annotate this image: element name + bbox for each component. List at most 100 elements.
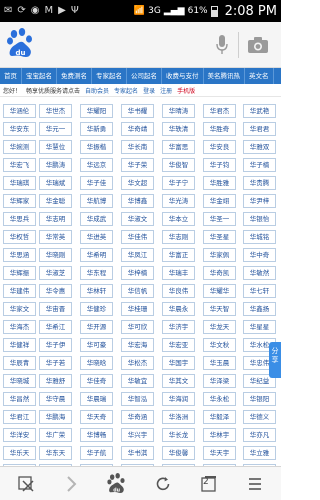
name-cell[interactable]: 华子宁 (162, 176, 195, 190)
name-cell[interactable]: 华宏海 (121, 338, 154, 352)
name-cell[interactable]: 华富正 (162, 248, 195, 262)
name-cell[interactable]: 华成武 (80, 212, 113, 226)
name-cell[interactable]: 华桂珊 (121, 302, 154, 316)
name-cell[interactable]: 华东天 (39, 446, 72, 460)
name-cell[interactable]: 华子钧 (203, 158, 236, 172)
name-cell[interactable]: 华世杰 (39, 104, 72, 118)
nav-item-payment[interactable]: 收费与支付 (162, 68, 204, 84)
name-cell[interactable]: 华广荣 (39, 428, 72, 442)
menu-button[interactable] (243, 472, 267, 496)
name-cell[interactable]: 华金聪 (39, 194, 72, 208)
name-cell[interactable]: 华文秋 (203, 338, 236, 352)
name-cell[interactable]: 华辉家 (3, 194, 36, 208)
expert-naming-link[interactable]: 专家起名 (114, 86, 138, 95)
name-cell[interactable]: 华瑞斌 (39, 176, 72, 190)
name-cell[interactable]: 华志刚 (162, 230, 195, 244)
name-cell[interactable]: 华文超 (121, 176, 154, 190)
name-cell[interactable]: 华志明 (39, 212, 72, 226)
name-cell[interactable]: 华武艳 (243, 104, 276, 118)
close-tab-button[interactable] (14, 472, 38, 496)
name-cell[interactable]: 华天智 (203, 302, 236, 316)
name-cell[interactable]: 华敏宜 (121, 374, 154, 388)
name-cell[interactable]: 华开源 (80, 320, 113, 334)
name-cell[interactable]: 华银阳 (243, 392, 276, 406)
name-cell[interactable]: 华晴涛 (162, 104, 195, 118)
name-cell[interactable]: 华振楷 (80, 140, 113, 154)
name-cell[interactable]: 华涵伦 (3, 104, 36, 118)
name-cell[interactable]: 华乐天 (3, 446, 36, 460)
name-cell[interactable]: 华龙天 (203, 320, 236, 334)
name-cell[interactable]: 华雅双 (243, 140, 276, 154)
name-cell[interactable]: 华晓刚 (39, 248, 72, 262)
name-cell[interactable]: 华子荣 (121, 158, 154, 172)
name-cell[interactable]: 华可欣 (121, 320, 154, 334)
name-cell[interactable]: 华鑫扬 (243, 302, 276, 316)
name-cell[interactable]: 华泽梁 (203, 374, 236, 388)
name-cell[interactable]: 华信帆 (121, 284, 154, 298)
forward-button[interactable] (59, 472, 83, 496)
name-cell[interactable]: 华进英 (80, 230, 113, 244)
name-cell[interactable]: 华立雅 (243, 446, 276, 460)
name-cell[interactable]: 华君杰 (203, 104, 236, 118)
refresh-button[interactable] (151, 472, 175, 496)
name-cell[interactable]: 华轶清 (162, 122, 195, 136)
name-cell[interactable]: 华梓楠 (121, 266, 154, 280)
name-cell[interactable]: 华毅泽 (203, 410, 236, 424)
register-link[interactable]: 注册 (160, 86, 172, 95)
name-cell[interactable]: 华思涵 (3, 248, 36, 262)
name-cell[interactable]: 华奇靖 (121, 122, 154, 136)
name-cell[interactable]: 华家佩 (203, 248, 236, 262)
nav-item-free-test[interactable]: 免费测名 (57, 68, 92, 84)
name-cell[interactable]: 华辰青 (3, 356, 36, 370)
name-cell[interactable]: 华其文 (162, 374, 195, 388)
name-cell[interactable]: 华海杰 (3, 320, 36, 334)
name-cell[interactable]: 华海润 (162, 392, 195, 406)
self-service-member-link[interactable]: 自助会员 (85, 86, 109, 95)
name-cell[interactable]: 华元一 (39, 122, 72, 136)
name-cell[interactable]: 华贵腾 (243, 176, 276, 190)
name-cell[interactable]: 华敏然 (243, 266, 276, 280)
name-cell[interactable]: 华晨瑞 (80, 392, 113, 406)
name-cell[interactable]: 华辉振 (3, 266, 36, 280)
name-cell[interactable]: 华星星 (243, 320, 276, 334)
name-cell[interactable]: 华林轩 (80, 284, 113, 298)
tabs-button[interactable]: 2 (197, 472, 221, 496)
name-cell[interactable]: 华天奇 (80, 410, 113, 424)
name-cell[interactable]: 华新勇 (80, 122, 113, 136)
name-cell[interactable]: 华尹梓 (243, 194, 276, 208)
nav-item-home[interactable]: 首页 (0, 68, 22, 84)
name-cell[interactable]: 华洛洲 (162, 410, 195, 424)
name-cell[interactable]: 华昌然 (3, 392, 36, 406)
name-cell[interactable]: 华城铭 (243, 230, 276, 244)
name-cell[interactable]: 华淑文 (121, 212, 154, 226)
name-cell[interactable]: 华良伟 (162, 284, 195, 298)
name-cell[interactable]: 华博畅 (80, 428, 113, 442)
name-cell[interactable]: 华德义 (243, 410, 276, 424)
name-cell[interactable]: 华俊智 (162, 158, 195, 172)
search-input[interactable] (40, 32, 210, 56)
name-cell[interactable]: 华君君 (243, 122, 276, 136)
name-cell[interactable]: 华银怡 (243, 212, 276, 226)
name-cell[interactable]: 华国宇 (162, 356, 195, 370)
nav-item-featured[interactable]: 美名腾讯热 (204, 68, 245, 84)
name-cell[interactable]: 华济宇 (162, 320, 195, 334)
name-cell[interactable]: 华子航 (80, 446, 113, 460)
mobile-version-link[interactable]: 手机版 (177, 86, 195, 95)
name-cell[interactable]: 华子楠 (243, 158, 276, 172)
name-cell[interactable]: 华婉测 (3, 140, 36, 154)
name-cell[interactable]: 华航博 (80, 194, 113, 208)
name-cell[interactable]: 华宙晋 (39, 302, 72, 316)
nav-item-english-name[interactable]: 英文名 (245, 68, 274, 84)
name-cell[interactable]: 华宏亚 (162, 338, 195, 352)
name-cell[interactable]: 华令惠 (39, 284, 72, 298)
nav-item-expert-naming[interactable]: 专家起名 (92, 68, 127, 84)
name-cell[interactable]: 华林宇 (203, 428, 236, 442)
name-cell[interactable]: 华权哲 (3, 230, 36, 244)
name-cell[interactable]: 华圣星 (203, 230, 236, 244)
name-cell[interactable]: 华奇涵 (121, 410, 154, 424)
name-cell[interactable]: 华常英 (39, 230, 72, 244)
name-cell[interactable]: 华本立 (162, 212, 195, 226)
name-cell[interactable]: 华书淇 (121, 446, 154, 460)
baidu-logo-icon[interactable]: du (6, 28, 36, 60)
name-cell[interactable]: 华奇凯 (203, 266, 236, 280)
